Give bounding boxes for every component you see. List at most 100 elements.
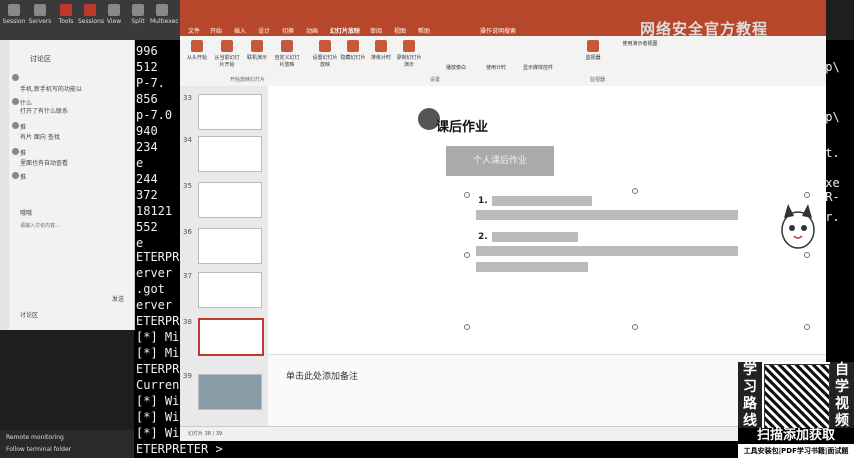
- slide-thumbnail[interactable]: [198, 136, 262, 172]
- terminal-line: 552: [136, 220, 158, 234]
- setup-show-button[interactable]: 设置幻灯片放映: [312, 40, 338, 68]
- follow-folder-toggle[interactable]: Follow terminal folder: [6, 446, 71, 453]
- slide-thumbnail[interactable]: [198, 94, 262, 130]
- multiexec-button[interactable]: Multiexec: [150, 4, 179, 25]
- chat-footer: 讨论区: [20, 312, 39, 319]
- terminal-line: [*] Mig: [136, 346, 187, 360]
- powerpoint-window: 文件 开始 插入 设计 切换 动画 幻灯片放映 审阅 视图 帮助 操作说明搜索 …: [180, 0, 826, 441]
- session-icon: [8, 4, 20, 16]
- selection-handle[interactable]: [632, 324, 638, 330]
- chat-message: 有片 面向 查找: [20, 134, 60, 141]
- use-timings-checkbox[interactable]: 使用计时: [476, 64, 516, 71]
- chat-message: 哦哦: [20, 210, 33, 217]
- slide-thumbnail[interactable]: [198, 374, 262, 410]
- terminal-line: P-7.: [136, 76, 165, 90]
- tab-help[interactable]: 帮助: [418, 26, 430, 35]
- selection-handle[interactable]: [464, 252, 470, 258]
- question-text[interactable]: [476, 210, 738, 220]
- avatar: [12, 148, 19, 155]
- tab-transitions[interactable]: 切换: [282, 26, 294, 35]
- sessions-icon: [84, 4, 96, 16]
- chat-message: 推: [20, 150, 27, 157]
- selection-handle[interactable]: [804, 192, 810, 198]
- question-text[interactable]: [476, 246, 738, 256]
- notes-placeholder[interactable]: 单击此处添加备注: [286, 369, 358, 382]
- chat-input[interactable]: 请输入讨论内容...: [20, 222, 60, 229]
- sessions-button[interactable]: Sessions: [78, 4, 104, 25]
- view-button[interactable]: View: [102, 4, 126, 25]
- custom-show-button[interactable]: 自定义幻灯片放映: [274, 40, 300, 68]
- terminal-line: 940: [136, 124, 158, 138]
- monitor-select[interactable]: 监视器: [580, 40, 606, 61]
- promo-panel[interactable]: 学习路线 自学视频 扫描添加获取 工具安装包|PDF学习书籍|面试题: [738, 362, 854, 458]
- thumb-number: 38: [183, 318, 192, 326]
- record-button[interactable]: 录制幻灯片演示: [396, 40, 422, 68]
- play-icon: [191, 40, 203, 52]
- question-text[interactable]: [476, 262, 588, 272]
- send-button[interactable]: 发送: [112, 294, 124, 303]
- thumb-number: 35: [183, 182, 192, 190]
- watermark: 网络安全官方教程: [640, 20, 769, 38]
- tab-file[interactable]: 文件: [188, 26, 200, 35]
- selection-handle[interactable]: [804, 324, 810, 330]
- terminal-line: 512: [136, 60, 158, 74]
- slide-thumbnail[interactable]: [198, 182, 262, 218]
- terminal-line: [*] Wip: [136, 394, 187, 408]
- rehearse-button[interactable]: 排练计时: [368, 40, 394, 61]
- terminal-line: 372: [136, 188, 158, 202]
- terminal-prompt[interactable]: ETERPRETER >: [136, 442, 230, 456]
- selection-handle[interactable]: [464, 192, 470, 198]
- terminal-line: Current: [136, 378, 187, 392]
- tab-design[interactable]: 设计: [258, 26, 270, 35]
- slide-title[interactable]: 课后作业: [436, 116, 488, 135]
- avatar: [12, 122, 19, 129]
- tell-me-search[interactable]: 操作说明搜索: [480, 26, 516, 35]
- tab-review[interactable]: 审阅: [370, 26, 382, 35]
- question-text[interactable]: [492, 196, 592, 206]
- slide-thumbnail-selected[interactable]: [198, 318, 264, 356]
- terminal-line: ETERPR: [136, 314, 180, 328]
- avatar: [12, 74, 19, 81]
- slide-thumbnail[interactable]: [198, 228, 262, 264]
- slide-counter: 幻灯片 38 / 39: [188, 431, 223, 437]
- chat-side-rail: [0, 40, 9, 330]
- thumb-number: 34: [183, 136, 192, 144]
- show-media-controls-checkbox[interactable]: 显示媒体控件: [516, 64, 560, 71]
- remote-monitoring-toggle[interactable]: Remote monitoring: [6, 434, 64, 441]
- tab-slideshow[interactable]: 幻灯片放映: [330, 26, 360, 35]
- slide-thumbnail-pane[interactable]: 33 34 35 36 37 38 39: [180, 86, 268, 426]
- split-button[interactable]: Split: [126, 4, 150, 25]
- tab-view[interactable]: 视图: [394, 26, 406, 35]
- terminal-line: 996: [136, 44, 158, 58]
- tab-insert[interactable]: 插入: [234, 26, 246, 35]
- status-bar: 幻灯片 38 / 39: [180, 426, 826, 441]
- tab-animations[interactable]: 动画: [306, 26, 318, 35]
- question-text[interactable]: [492, 232, 578, 242]
- multiexec-icon: [156, 4, 168, 16]
- session-button[interactable]: Session: [2, 4, 26, 25]
- slide-thumbnail[interactable]: [198, 272, 262, 308]
- servers-button[interactable]: Servers: [28, 4, 52, 25]
- online-present-button[interactable]: 联机演示: [244, 40, 270, 61]
- selection-handle[interactable]: [804, 252, 810, 258]
- play-narration-checkbox[interactable]: 播放旁白: [436, 64, 476, 71]
- avatar: [12, 98, 19, 105]
- servers-icon: [34, 4, 46, 16]
- selection-handle[interactable]: [464, 324, 470, 330]
- slide-canvas[interactable]: 课后作业 个人课后作业 1. 2.: [268, 86, 826, 354]
- from-beginning-button[interactable]: 从头开始: [184, 40, 210, 61]
- online-icon: [251, 40, 263, 52]
- terminal-line: 18121: [136, 204, 173, 218]
- tab-home[interactable]: 开始: [210, 26, 222, 35]
- terminal-line: 856: [136, 92, 158, 106]
- slide-banner[interactable]: 个人课后作业: [446, 146, 554, 176]
- chat-message: 打开了有什么联系: [20, 108, 69, 115]
- selection-handle[interactable]: [632, 188, 638, 194]
- from-current-button[interactable]: 从当前幻灯片开始: [214, 40, 240, 68]
- terminal-line: ETERPR: [136, 362, 180, 376]
- tools-button[interactable]: Tools: [54, 4, 78, 25]
- hide-slide-button[interactable]: 隐藏幻灯片: [340, 40, 366, 61]
- hide-slide-icon: [347, 40, 359, 52]
- monitor-icon: [587, 40, 599, 52]
- thumb-number: 33: [183, 94, 192, 102]
